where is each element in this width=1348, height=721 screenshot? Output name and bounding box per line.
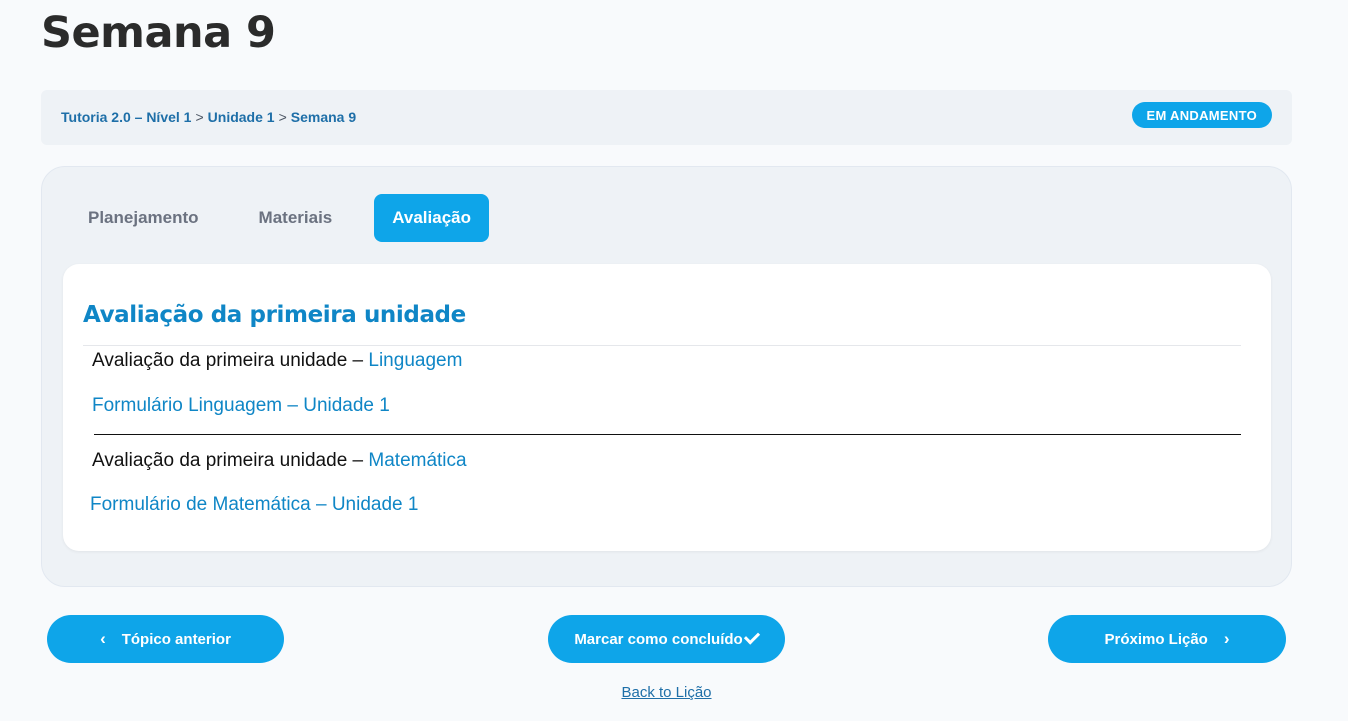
- breadcrumb-bar: Tutoria 2.0 – Nível 1 > Unidade 1 > Sema…: [41, 90, 1292, 145]
- tab-avaliacao[interactable]: Avaliação: [374, 194, 489, 242]
- chevron-right-icon: ›: [1223, 629, 1230, 648]
- tab-materiais[interactable]: Materiais: [241, 194, 351, 242]
- section-title: Avaliação da primeira unidade: [83, 302, 466, 328]
- next-lesson-label: Próximo Lição: [1104, 630, 1208, 648]
- assessment-heading-linguagem: Avaliação da primeira unidade – Linguage…: [92, 350, 462, 372]
- divider: [83, 345, 1241, 346]
- back-to-lesson-link[interactable]: Back to Lição: [0, 684, 1333, 701]
- previous-topic-button[interactable]: ‹ Tópico anterior: [47, 615, 284, 663]
- tab-planejamento[interactable]: Planejamento: [70, 194, 217, 242]
- breadcrumb-item-unidade[interactable]: Unidade 1: [208, 109, 275, 125]
- breadcrumb-separator: >: [278, 109, 287, 125]
- form-link-linguagem[interactable]: Formulário Linguagem – Unidade 1: [92, 395, 390, 417]
- chevron-left-icon: ‹: [100, 629, 106, 648]
- status-badge: EM ANDAMENTO: [1131, 102, 1272, 128]
- form-link-matematica[interactable]: Formulário de Matemática – Unidade 1: [90, 494, 418, 516]
- breadcrumb-separator: >: [195, 109, 204, 125]
- content-card: Avaliação da primeira unidade Avaliação …: [63, 264, 1271, 551]
- tab-bar: Planejamento Materiais Avaliação: [70, 194, 513, 242]
- mark-complete-label: Marcar como concluído: [574, 630, 743, 648]
- assessment-heading-prefix: Avaliação da primeira unidade –: [92, 450, 369, 471]
- previous-topic-label: Tópico anterior: [121, 630, 231, 648]
- mark-complete-button[interactable]: Marcar como concluído: [548, 615, 785, 663]
- assessment-heading-matematica: Avaliação da primeira unidade – Matemáti…: [92, 450, 467, 472]
- next-lesson-button[interactable]: Próximo Lição ›: [1048, 615, 1286, 663]
- breadcrumb: Tutoria 2.0 – Nível 1 > Unidade 1 > Sema…: [61, 109, 356, 125]
- breadcrumb-item-tutoria[interactable]: Tutoria 2.0 – Nível 1: [61, 109, 191, 125]
- assessment-subject-linguagem: Linguagem: [368, 350, 463, 371]
- assessment-subject-matematica: Matemática: [368, 450, 467, 471]
- tab-panel: Planejamento Materiais Avaliação Avaliaç…: [41, 166, 1292, 587]
- assessment-heading-prefix: Avaliação da primeira unidade –: [92, 350, 369, 371]
- breadcrumb-item-semana[interactable]: Semana 9: [291, 109, 356, 125]
- page: Semana 9 Tutoria 2.0 – Nível 1 > Unidade…: [0, 0, 1348, 721]
- divider: [94, 434, 1241, 435]
- page-title: Semana 9: [41, 8, 276, 58]
- check-icon: [743, 628, 760, 645]
